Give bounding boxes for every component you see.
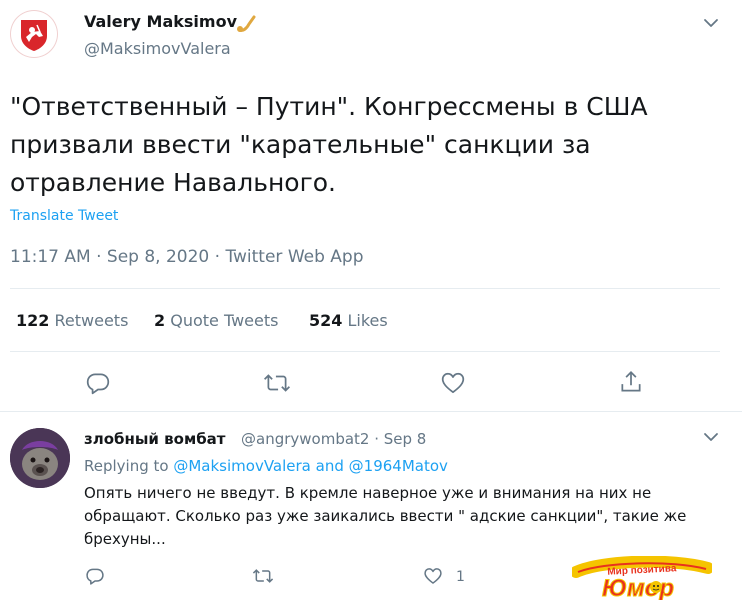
retweet-icon[interactable] [263, 370, 291, 396]
retweets-label: Retweets [54, 311, 129, 330]
retweets-stat[interactable]: 122 Retweets [16, 311, 128, 330]
reply-icon[interactable] [85, 370, 111, 396]
quotes-label: Quote Tweets [170, 311, 279, 330]
translate-tweet-link[interactable]: Translate Tweet [10, 208, 118, 224]
reply-text: Опять ничего не введут. В кремле наверно… [84, 484, 687, 548]
likes-label: Likes [347, 311, 388, 330]
share-icon[interactable] [618, 369, 644, 395]
author-handle[interactable]: @MaksimovValera [84, 39, 231, 58]
author-display-name[interactable]: Valery Maksimov [84, 12, 237, 31]
reply-icon[interactable] [85, 566, 105, 586]
like-count: 1 [456, 569, 465, 585]
avatar[interactable] [10, 10, 58, 58]
like-heart-icon[interactable] [440, 370, 466, 396]
reply-avatar[interactable] [10, 428, 70, 488]
retweets-count: 122 [16, 311, 50, 330]
likes-stat[interactable]: 524 Likes [309, 311, 388, 330]
wombat-avatar-icon [10, 428, 70, 488]
like-heart-icon[interactable] [423, 566, 443, 586]
chevron-down-icon[interactable] [702, 14, 720, 36]
replying-to-line: Replying to @MaksimovValera and @1964Mat… [84, 457, 448, 475]
retweet-icon[interactable] [252, 566, 274, 586]
saxophone-emoji-icon [235, 14, 257, 38]
likes-count: 524 [309, 311, 343, 330]
divider [10, 351, 720, 352]
coat-of-arms-icon [21, 20, 47, 51]
reply-handle-date[interactable]: @angrywombat2 · Sep 8 [241, 430, 426, 448]
divider [0, 411, 742, 412]
quotes-count: 2 [154, 311, 166, 330]
svg-text:Юмор: Юмор [602, 575, 674, 600]
tweet-timestamp[interactable]: 11:17 AM · Sep 8, 2020 · Twitter Web App [10, 247, 364, 267]
chevron-down-icon[interactable] [702, 428, 720, 450]
watermark-logo: Мир позитива Юмор [570, 555, 714, 603]
tweet-text: "Ответственный – Путин". Конгрессмены в … [10, 92, 648, 197]
mention-link[interactable]: @1964Matov [349, 457, 448, 475]
and-word: and [315, 457, 344, 475]
replying-to-label: Replying to [84, 457, 169, 475]
reply-display-name[interactable]: злобный вомбат [84, 430, 226, 448]
divider [10, 288, 720, 289]
mention-link[interactable]: @MaksimovValera [173, 457, 311, 475]
quote-tweets-stat[interactable]: 2 Quote Tweets [154, 311, 278, 330]
